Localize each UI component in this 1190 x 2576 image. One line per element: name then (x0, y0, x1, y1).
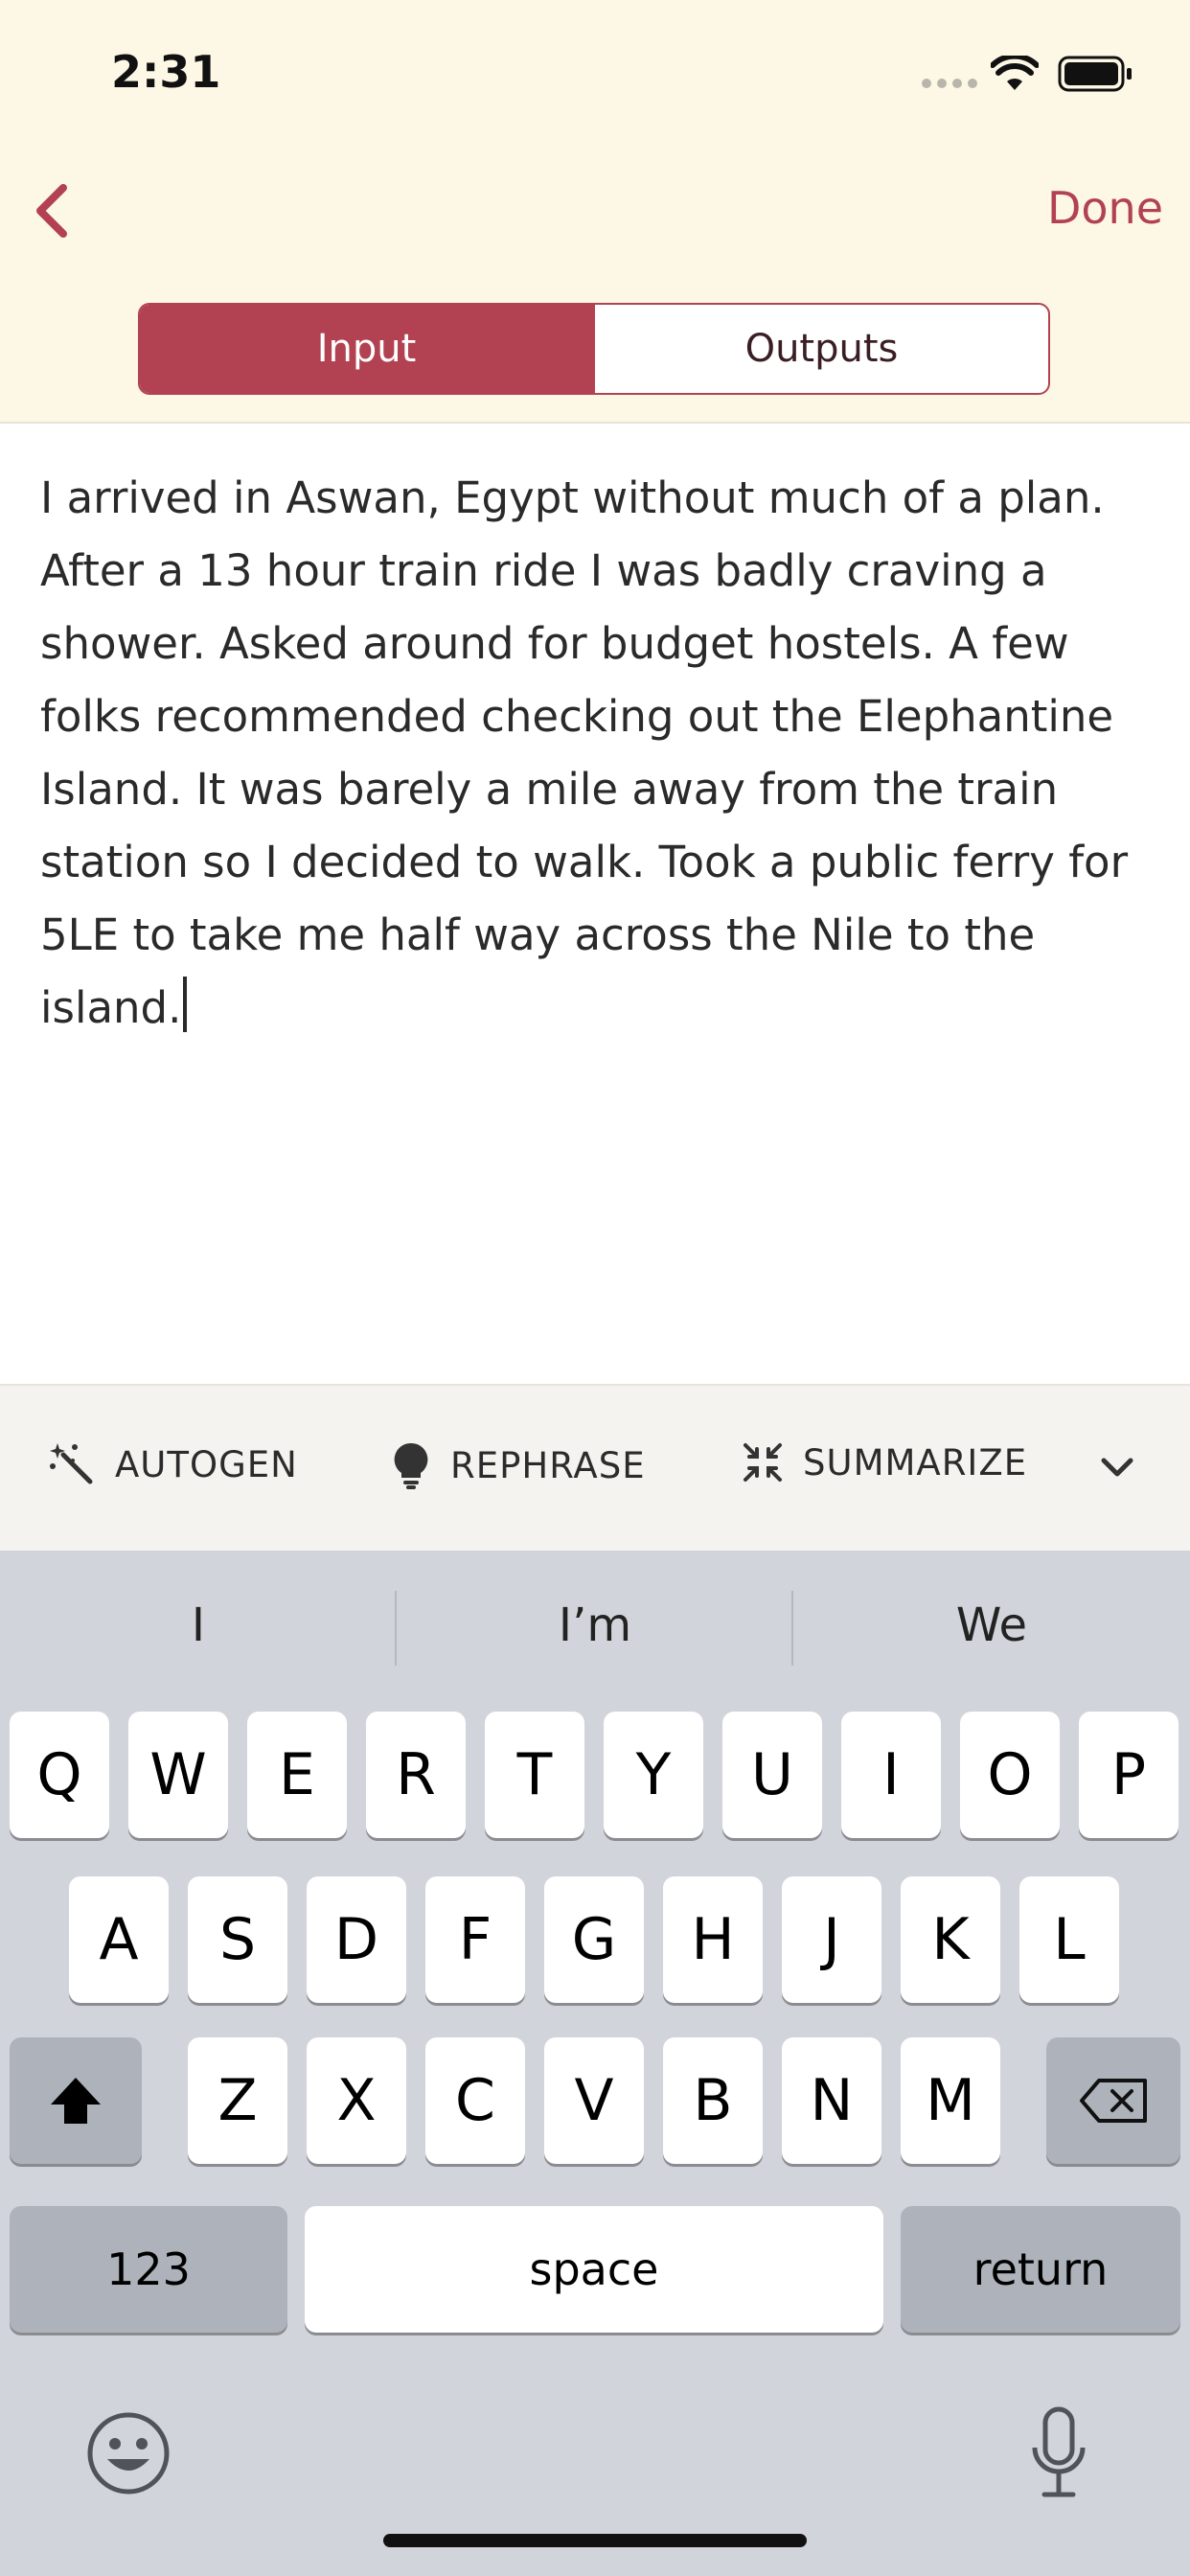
tab-input[interactable]: Input (140, 305, 593, 393)
microphone-icon[interactable] (1029, 2405, 1088, 2501)
key-a[interactable]: A (69, 1876, 169, 2003)
space-key[interactable]: space (305, 2206, 883, 2333)
summarize-button[interactable]: SUMMARIZE (742, 1441, 1027, 1484)
rephrase-label: REPHRASE (450, 1444, 646, 1486)
key-s[interactable]: S (188, 1876, 287, 2003)
key-h[interactable]: H (663, 1876, 763, 2003)
key-u[interactable]: U (722, 1712, 822, 1838)
key-c[interactable]: C (425, 2037, 525, 2164)
done-button[interactable]: Done (1047, 182, 1163, 234)
key-y[interactable]: Y (604, 1712, 703, 1838)
key-f[interactable]: F (425, 1876, 525, 2003)
text-caret (183, 977, 188, 1032)
input-outputs-segmented-control: Input Outputs (138, 303, 1050, 395)
shift-arrow-icon (51, 2078, 101, 2124)
shift-key[interactable] (10, 2037, 142, 2164)
back-chevron-icon[interactable] (13, 172, 90, 249)
cellular-signal-icon (922, 79, 977, 88)
autogen-button[interactable]: AUTOGEN (50, 1441, 298, 1487)
return-key[interactable]: return (901, 2206, 1180, 2333)
key-l[interactable]: L (1019, 1876, 1119, 2003)
summarize-label: SUMMARIZE (803, 1441, 1028, 1484)
key-r[interactable]: R (366, 1712, 466, 1838)
suggestion-1[interactable]: I (0, 1598, 397, 1652)
delete-key[interactable] (1046, 2037, 1180, 2164)
editor-text[interactable]: I arrived in Aswan, Egypt without much o… (40, 462, 1152, 1045)
key-g[interactable]: G (544, 1876, 644, 2003)
suggestion-3[interactable]: We (793, 1598, 1190, 1652)
key-b[interactable]: B (663, 2037, 763, 2164)
text-editor[interactable]: I arrived in Aswan, Egypt without much o… (0, 422, 1190, 1386)
key-o[interactable]: O (960, 1712, 1060, 1838)
key-e[interactable]: E (247, 1712, 347, 1838)
key-z[interactable]: Z (188, 2037, 287, 2164)
key-d[interactable]: D (307, 1876, 406, 2003)
compress-arrows-icon (744, 1443, 782, 1482)
key-j[interactable]: J (782, 1876, 881, 2003)
editor-content: I arrived in Aswan, Egypt without much o… (40, 472, 1129, 1033)
key-i[interactable]: I (841, 1712, 941, 1838)
key-p[interactable]: P (1079, 1712, 1179, 1838)
key-v[interactable]: V (544, 2037, 644, 2164)
lightbulb-icon (394, 1442, 428, 1489)
tab-outputs[interactable]: Outputs (593, 305, 1048, 393)
key-t[interactable]: T (485, 1712, 584, 1838)
status-time: 2:31 (111, 46, 221, 98)
emoji-icon[interactable] (84, 2409, 172, 2497)
chevron-down-icon[interactable] (1098, 1449, 1136, 1487)
battery-icon (1058, 56, 1132, 92)
backspace-icon (1080, 2079, 1147, 2123)
key-q[interactable]: Q (10, 1712, 109, 1838)
key-w[interactable]: W (128, 1712, 228, 1838)
wifi-icon (991, 56, 1039, 90)
magic-wand-icon (50, 1443, 93, 1484)
key-m[interactable]: M (901, 2037, 1000, 2164)
numbers-key[interactable]: 123 (10, 2206, 287, 2333)
autogen-label: AUTOGEN (115, 1443, 298, 1485)
home-indicator (383, 2534, 807, 2547)
key-x[interactable]: X (307, 2037, 406, 2164)
suggestion-2[interactable]: I’m (397, 1598, 793, 1652)
writing-tools-toolbar: AUTOGEN REPHRASE SUMMARIZE (0, 1386, 1190, 1551)
rephrase-button[interactable]: REPHRASE (391, 1441, 646, 1489)
key-n[interactable]: N (782, 2037, 881, 2164)
keyboard: I I’m We QWERTYUIOP ASDFGHJKL ZXCVBNM 12… (0, 1551, 1190, 2576)
key-k[interactable]: K (901, 1876, 1000, 2003)
